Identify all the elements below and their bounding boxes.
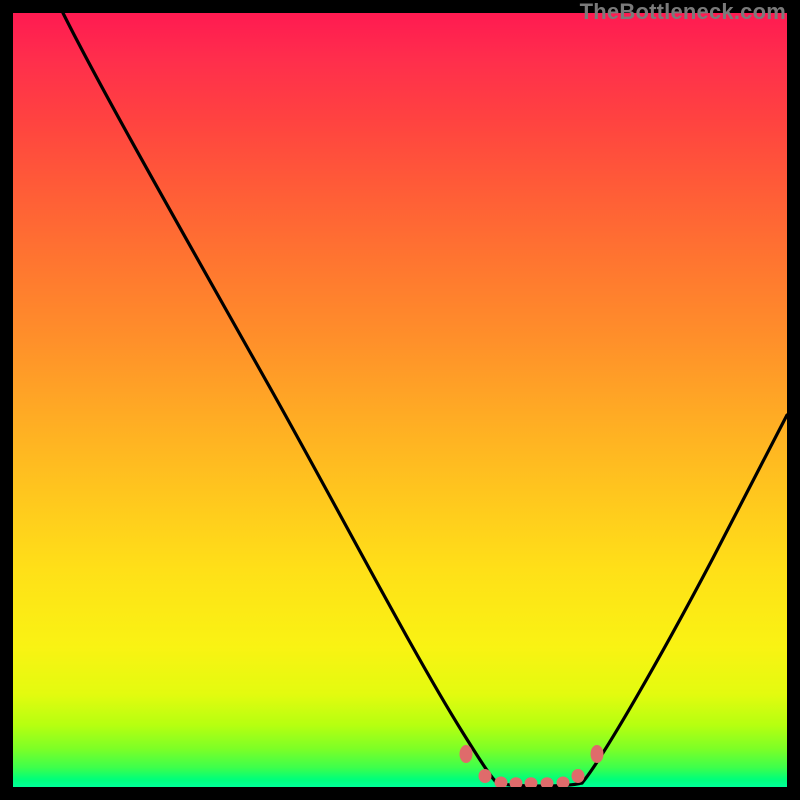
chart-frame: TheBottleneck.com <box>0 0 800 800</box>
plot-area <box>13 13 787 787</box>
highlight-markers <box>460 745 604 787</box>
left-curve <box>63 13 497 783</box>
bottleneck-curve <box>13 13 787 787</box>
watermark-text: TheBottleneck.com <box>580 0 786 23</box>
right-curve <box>582 415 787 783</box>
